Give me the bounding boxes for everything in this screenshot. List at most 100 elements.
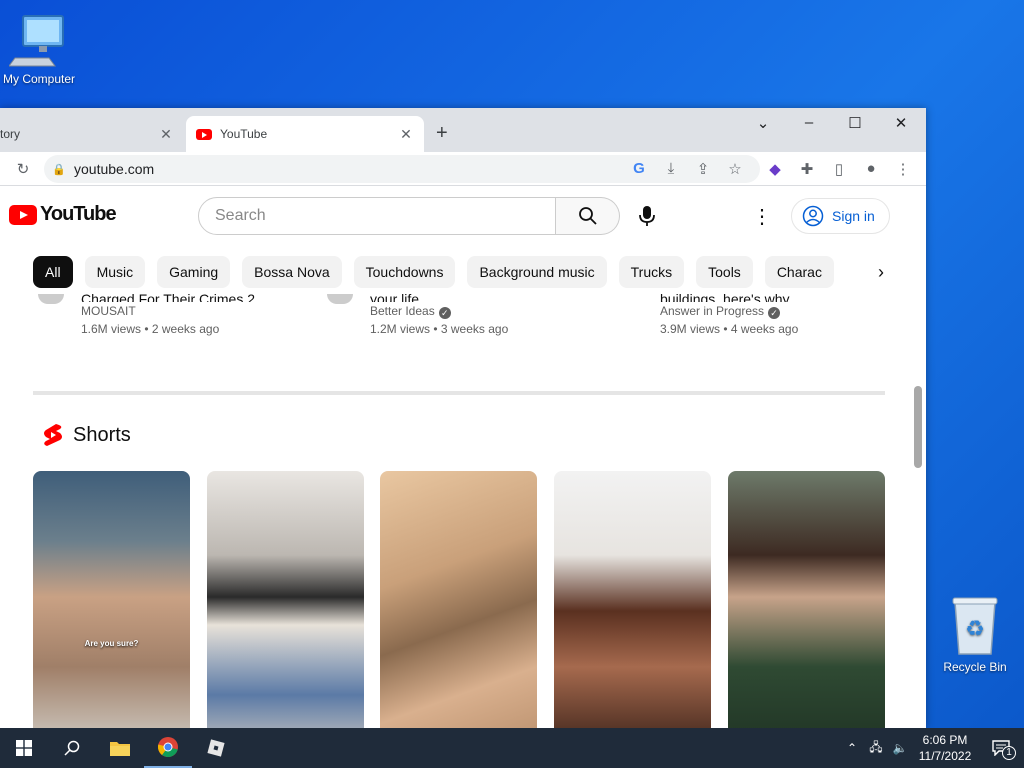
- reload-icon[interactable]: ↻: [12, 160, 34, 178]
- shorts-logo-icon: [44, 424, 62, 446]
- chip-tools[interactable]: Tools: [696, 256, 753, 288]
- video-title[interactable]: buildings, here's why: [660, 290, 890, 302]
- short-thumbnail[interactable]: Are you sure?: [33, 471, 190, 728]
- clock-time: 6:06 PM: [922, 733, 968, 747]
- verified-check-icon: ✓: [438, 307, 451, 319]
- install-icon[interactable]: ⤓: [660, 160, 682, 177]
- my-computer-label: My Computer: [2, 72, 76, 86]
- roblox-icon: [207, 739, 225, 757]
- search-button[interactable]: [556, 197, 620, 235]
- recycle-bin-icon: ♻: [947, 594, 1003, 656]
- tab-strip: tory ✕ YouTube ✕ + ⌄ – ☐ ✕: [0, 108, 926, 152]
- verified-check-icon: ✓: [768, 307, 781, 319]
- folder-icon: [110, 742, 130, 756]
- new-tab-plus-icon[interactable]: +: [436, 122, 448, 145]
- video-stats: 1.2M views • 3 weeks ago: [370, 322, 509, 336]
- tab-search-chevron-icon[interactable]: ⌄: [748, 114, 778, 132]
- network-icon[interactable]: 🖧: [864, 738, 888, 759]
- youtube-page: YouTube Search ⋮ Sign in All Music Gamin…: [0, 186, 926, 728]
- clock-date: 11/7/2022: [918, 749, 972, 763]
- tab-inactive[interactable]: tory ✕: [0, 116, 184, 152]
- start-button[interactable]: [0, 728, 48, 768]
- google-icon[interactable]: G: [628, 160, 650, 177]
- system-tray: ⌃ 🖧 🔈 6:06 PM 11/7/2022 1: [840, 728, 1024, 768]
- bookmark-star-icon[interactable]: ☆: [724, 160, 746, 178]
- tab-title: tory: [0, 127, 21, 141]
- chip-bossa-nova[interactable]: Bossa Nova: [242, 256, 342, 288]
- video-channel[interactable]: Better Ideas: [370, 304, 435, 318]
- settings-kebab-icon[interactable]: ⋮: [752, 204, 772, 229]
- notifications-button[interactable]: 1: [978, 728, 1024, 768]
- video-channel[interactable]: Answer in Progress: [660, 304, 764, 318]
- video-title[interactable]: Charged For Their Crimes 2: [81, 290, 311, 302]
- file-explorer-button[interactable]: [96, 728, 144, 768]
- tab-close-icon[interactable]: ✕: [396, 126, 416, 143]
- maximize-icon[interactable]: ☐: [840, 114, 870, 132]
- search-placeholder: Search: [215, 207, 266, 224]
- address-bar[interactable]: 🔒 youtube.com: [44, 155, 760, 183]
- computer-icon: [8, 12, 69, 68]
- volume-icon[interactable]: 🔈: [888, 741, 912, 755]
- clock[interactable]: 6:06 PM 11/7/2022: [912, 732, 978, 764]
- video-item[interactable]: Charged For Their Crimes 2 MOUSAIT 1.6M …: [81, 291, 311, 338]
- channel-avatar[interactable]: [38, 294, 64, 304]
- chip-all[interactable]: All: [33, 256, 73, 288]
- short-thumbnail[interactable]: [554, 471, 711, 728]
- chip-characters[interactable]: Charac: [764, 256, 834, 288]
- channel-avatar[interactable]: [327, 294, 353, 304]
- search-input[interactable]: Search: [198, 197, 556, 235]
- chip-trucks[interactable]: Trucks: [618, 256, 685, 288]
- tab-youtube[interactable]: YouTube ✕: [186, 116, 424, 152]
- tab-title: YouTube: [220, 127, 268, 141]
- tray-chevron-up-icon[interactable]: ⌃: [840, 741, 864, 755]
- short-thumbnail[interactable]: [728, 471, 885, 728]
- short-thumbnail[interactable]: [207, 471, 364, 728]
- chevron-right-icon[interactable]: ›: [866, 256, 896, 288]
- video-stats: 1.6M views • 2 weeks ago: [81, 322, 220, 336]
- chip-gaming[interactable]: Gaming: [157, 256, 231, 288]
- search-icon: [64, 740, 80, 756]
- section-divider: [33, 391, 885, 395]
- extensions-puzzle-icon[interactable]: ✚: [796, 160, 818, 178]
- taskbar-search-button[interactable]: [48, 728, 96, 768]
- chrome-taskbar-button[interactable]: [144, 728, 192, 768]
- share-icon[interactable]: ⇪: [692, 160, 714, 178]
- extension-purple-icon[interactable]: ◆: [764, 160, 786, 178]
- tab-close-icon[interactable]: ✕: [156, 126, 176, 143]
- chrome-menu-icon[interactable]: ⋮: [892, 160, 914, 178]
- toolbar: ↻ 🔒 youtube.com G ⤓ ⇪ ☆ ◆ ✚ ▯ ● ⋮: [0, 152, 926, 186]
- microphone-icon: [639, 206, 655, 226]
- desktop-icon-my-computer[interactable]: My Computer: [0, 12, 84, 86]
- shorts-header: Shorts: [43, 423, 131, 447]
- voice-search-button[interactable]: [628, 197, 666, 235]
- page-scrollbar[interactable]: [914, 386, 922, 468]
- desktop-icon-recycle-bin[interactable]: ♻ Recycle Bin: [930, 594, 1020, 674]
- sign-in-button[interactable]: Sign in: [791, 198, 890, 234]
- close-window-icon[interactable]: ✕: [886, 114, 916, 132]
- notification-count-badge: 1: [1002, 746, 1016, 760]
- video-item[interactable]: buildings, here's why Answer in Progress…: [660, 291, 890, 338]
- minimize-icon[interactable]: –: [794, 114, 824, 131]
- side-panel-icon[interactable]: ▯: [828, 160, 850, 178]
- youtube-wordmark: YouTube: [40, 203, 117, 225]
- sign-in-label: Sign in: [832, 208, 875, 224]
- chip-music[interactable]: Music: [84, 256, 146, 288]
- profile-avatar-icon[interactable]: ●: [860, 160, 882, 177]
- category-chips: All Music Gaming Bossa Nova Touchdowns B…: [33, 256, 893, 288]
- shorts-title: Shorts: [73, 423, 131, 446]
- roblox-taskbar-button[interactable]: [192, 728, 240, 768]
- windows-logo-icon: [16, 740, 32, 756]
- chrome-icon: [157, 737, 178, 758]
- svg-text:♻: ♻: [965, 617, 985, 642]
- chip-background-music[interactable]: Background music: [467, 256, 607, 288]
- short-overlay-text: Are you sure?: [84, 639, 139, 648]
- video-channel[interactable]: MOUSAIT: [81, 302, 311, 320]
- video-item[interactable]: your life Better Ideas ✓ 1.2M views • 3 w…: [370, 291, 600, 338]
- recycle-bin-label: Recycle Bin: [943, 660, 1007, 674]
- video-title[interactable]: your life: [370, 290, 600, 302]
- video-stats: 3.9M views • 4 weeks ago: [660, 322, 799, 336]
- youtube-logo[interactable]: YouTube: [9, 203, 117, 226]
- lock-icon: 🔒: [52, 163, 66, 176]
- chip-touchdowns[interactable]: Touchdowns: [353, 256, 456, 288]
- short-thumbnail[interactable]: [380, 471, 537, 728]
